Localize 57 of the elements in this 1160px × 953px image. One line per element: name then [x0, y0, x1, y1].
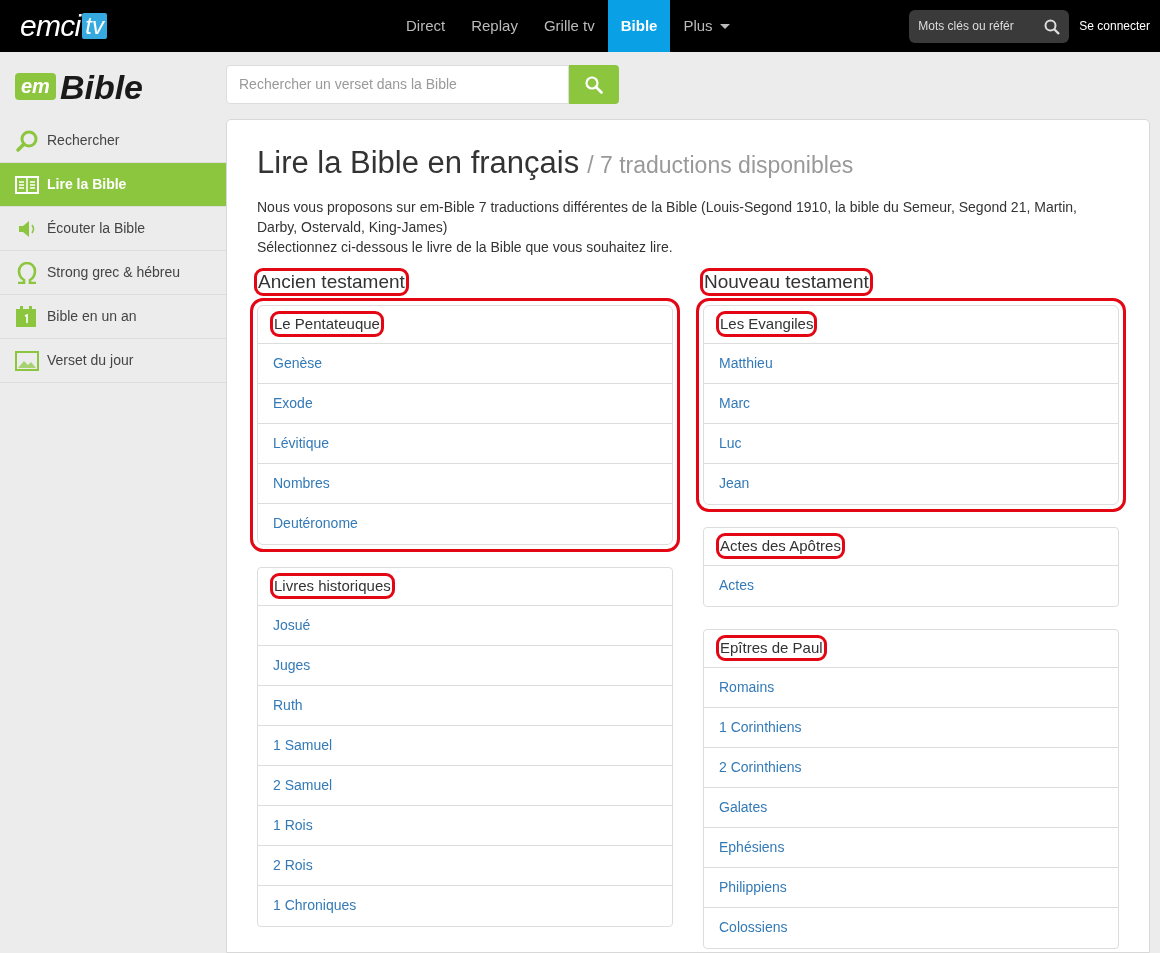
book-link[interactable]: Philippiens [719, 876, 787, 898]
book-link[interactable]: 1 Rois [273, 814, 313, 836]
magnifier-icon [15, 128, 39, 153]
search-button[interactable] [569, 65, 619, 104]
logo-text[interactable]: Bible [59, 69, 144, 104]
nav-tab[interactable]: Direct [393, 0, 459, 52]
nav-tab[interactable]: Replay [458, 0, 531, 52]
page-title: Lire la Bible en français [257, 144, 580, 182]
search-field[interactable]: Rechercher un verset dans la Bible [226, 65, 569, 104]
omega-icon [15, 261, 39, 284]
sidebar-item[interactable]: Verset du jour [0, 339, 226, 383]
search-field[interactable]: Mots clés ou référ [909, 9, 1070, 43]
section-heading: Nouveau testament [703, 270, 870, 293]
book-link[interactable]: Galates [719, 796, 768, 818]
logo-text[interactable]: emci [20, 11, 81, 41]
picture-icon [15, 350, 39, 371]
group-title: Actes des Apôtres [719, 536, 842, 556]
book-link[interactable]: Ruth [273, 694, 303, 716]
book-link[interactable]: Ephésiens [719, 836, 785, 858]
book-link[interactable]: Lévitique [273, 432, 330, 454]
book-link[interactable]: Exode [273, 392, 313, 414]
book-link[interactable]: Jean [719, 473, 750, 494]
search-icon [1044, 18, 1061, 35]
calendar-icon [15, 305, 37, 328]
book-link[interactable]: Marc [719, 392, 751, 414]
group-title: Le Pentateuque [273, 314, 381, 334]
hint-text: Sélectionnez ci-dessous le livre de la Bible que vous souhaitez lire. [257, 237, 674, 257]
book-icon [15, 175, 39, 194]
book-link[interactable]: Romains [719, 676, 775, 698]
group-title: Les Evangiles [719, 314, 815, 334]
logo-badge[interactable]: tv [82, 13, 107, 39]
intro-text: Nous vous proposons sur em-Bible 7 traductions différentes de la Bible (Louis-Segond 1910, la bible du Semeur, Segond 21, Martin, Darby, Ostervald, King-James) [257, 197, 1078, 237]
section-heading: Ancien testament [257, 270, 406, 293]
book-link[interactable]: Colossiens [719, 917, 788, 938]
nav-tab[interactable]: Plus [670, 0, 743, 52]
book-link[interactable]: 2 Samuel [273, 774, 333, 796]
nav-tab[interactable]: Bible [607, 0, 671, 52]
book-link[interactable]: 2 Corinthiens [719, 756, 802, 778]
book-link[interactable]: 2 Rois [273, 854, 313, 876]
book-link[interactable]: Josué [273, 614, 311, 636]
book-link[interactable]: Juges [273, 654, 311, 676]
book-link[interactable]: Genèse [273, 352, 323, 374]
book-link[interactable]: Deutéronome [273, 513, 358, 534]
group-title: Livres historiques [273, 576, 392, 596]
sidebar-item[interactable]: Bible en un an [0, 295, 226, 339]
login-link[interactable]: Se connecter [1079, 17, 1150, 35]
book-link[interactable]: 1 Samuel [273, 734, 333, 756]
page-subtitle: / 7 traductions disponibles [587, 151, 854, 180]
book-link[interactable]: Matthieu [719, 352, 773, 374]
book-link[interactable]: Luc [719, 432, 742, 454]
book-link[interactable]: Nombres [273, 472, 330, 494]
search-icon [585, 75, 603, 94]
nav-tab[interactable]: Grille tv [530, 0, 608, 52]
book-link[interactable]: Actes [719, 575, 754, 596]
book-link[interactable]: 1 Corinthiens [719, 716, 802, 738]
group-title: Epîtres de Paul [719, 638, 824, 658]
book-link[interactable]: 1 Chroniques [273, 895, 357, 916]
